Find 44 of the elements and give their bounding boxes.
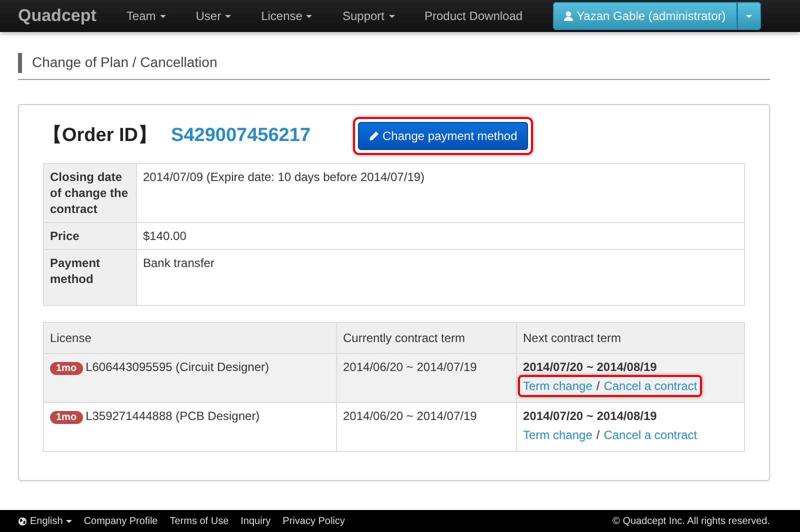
user-icon bbox=[564, 11, 573, 21]
nav-menu[interactable]: User bbox=[196, 7, 232, 25]
copyright: © Quadcept Inc. All rights reserved. bbox=[612, 514, 770, 528]
globe-icon bbox=[18, 516, 27, 526]
order-id: S429007456217 bbox=[171, 124, 311, 148]
detail-value: 2014/07/09 (Expire date: 10 days before 2014/07/19) bbox=[136, 164, 744, 222]
column-header: Currently contract term bbox=[336, 322, 516, 354]
change-payment-button[interactable]: Change payment method bbox=[358, 122, 528, 150]
link-separator: / bbox=[596, 378, 600, 394]
action-link[interactable]: Cancel a contract bbox=[604, 427, 698, 443]
footer-link[interactable]: Company Profile bbox=[84, 514, 158, 528]
caret-icon bbox=[66, 520, 72, 522]
detail-label: Payment method bbox=[44, 250, 136, 306]
nav-menu[interactable]: License bbox=[261, 7, 312, 25]
detail-value: Bank transfer bbox=[136, 250, 744, 306]
column-header: License bbox=[44, 322, 336, 354]
detail-label: Price bbox=[44, 222, 136, 250]
pencil-icon bbox=[368, 131, 379, 141]
detail-value: $140.00 bbox=[136, 222, 744, 250]
page-title: Change of Plan / Cancellation bbox=[32, 53, 218, 72]
nav-menu[interactable]: Support bbox=[342, 7, 394, 25]
language-menu[interactable]: English bbox=[18, 514, 72, 528]
license-name: L359271444888 (PCB Designer) bbox=[86, 409, 260, 423]
brand-logo[interactable]: Quadcept bbox=[18, 3, 96, 29]
order-id-label: 【Order ID】 bbox=[43, 124, 158, 148]
nav-menu[interactable]: Team bbox=[126, 7, 166, 25]
license-name: L606443095595 (Circuit Designer) bbox=[86, 360, 270, 374]
action-link[interactable]: Term change bbox=[523, 427, 592, 443]
plan-badge: 1mo bbox=[50, 362, 83, 375]
plan-badge: 1mo bbox=[50, 411, 83, 424]
title-bar-mark bbox=[18, 52, 22, 72]
nav-menu[interactable]: Product Download bbox=[424, 7, 523, 25]
footer-link[interactable]: Terms of Use bbox=[170, 514, 229, 528]
caret-icon bbox=[746, 14, 752, 18]
next-term: 2014/07/20 ~ 2014/08/19 bbox=[523, 359, 658, 375]
link-separator: / bbox=[596, 427, 600, 443]
table-cell: 2014/06/20 ~ 2014/07/19 bbox=[336, 402, 516, 452]
table-cell: 2014/06/20 ~ 2014/07/19 bbox=[336, 354, 516, 402]
footer-link[interactable]: Privacy Policy bbox=[282, 514, 345, 528]
footer-link[interactable]: Inquiry bbox=[240, 514, 271, 528]
detail-label: Closing date of change the contract bbox=[44, 164, 136, 222]
column-header: Next contract term bbox=[516, 322, 744, 354]
dropdown-toggle-button[interactable] bbox=[736, 2, 761, 30]
next-term: 2014/07/20 ~ 2014/08/19 bbox=[523, 408, 658, 424]
